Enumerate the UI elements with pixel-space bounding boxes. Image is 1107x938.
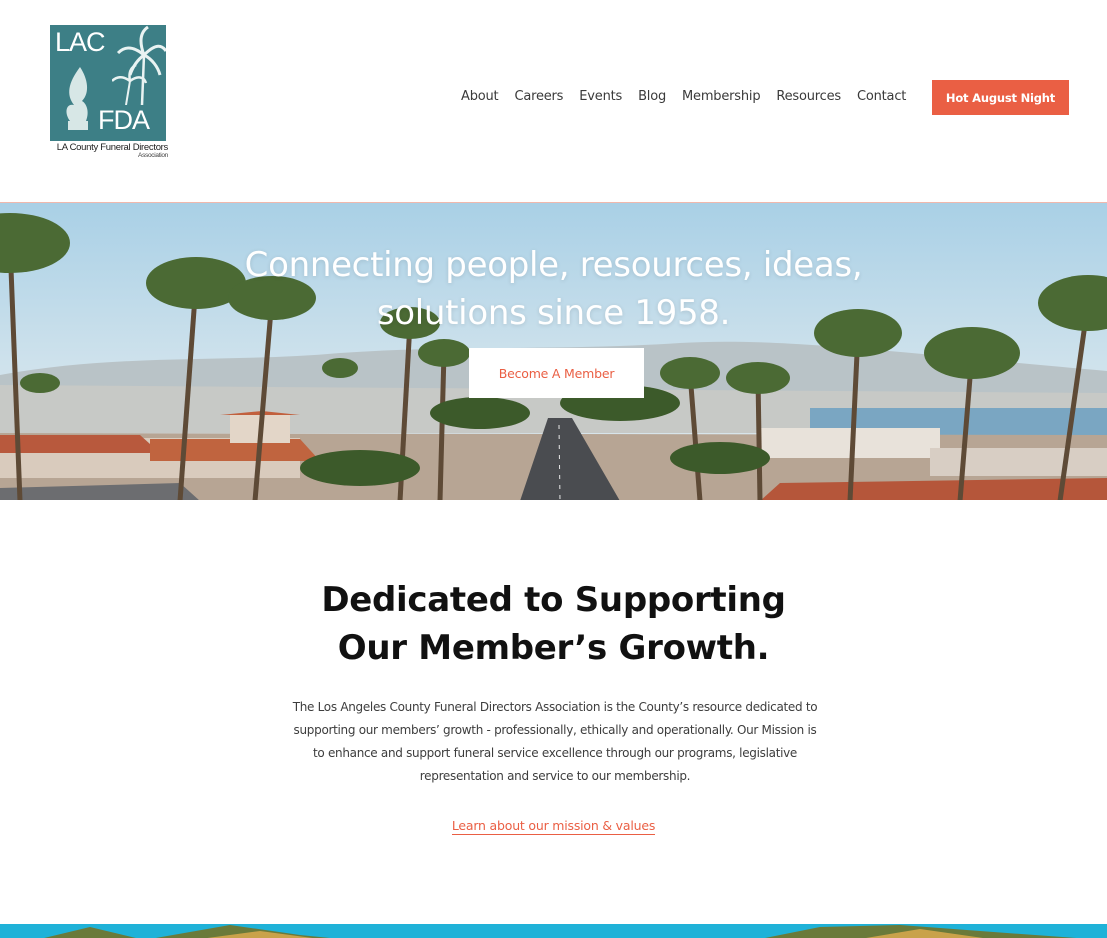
about-heading-line-2: Our Member’s Growth. xyxy=(337,628,770,668)
about-description: The Los Angeles County Funeral Directors… xyxy=(292,700,818,783)
become-a-member-button[interactable]: Become A Member xyxy=(469,348,644,398)
nav-events[interactable]: Events xyxy=(579,89,622,104)
hero-headline: Connecting people, resources, ideas, sol… xyxy=(0,241,1107,337)
mission-values-link[interactable]: Learn about our mission & values xyxy=(451,818,655,835)
logo-top-text: LAC xyxy=(55,27,106,57)
palm-fronds-strip-image xyxy=(0,925,1107,938)
about-heading: Dedicated to Supporting Our Member’s Gro… xyxy=(0,576,1107,672)
nav-about[interactable]: About xyxy=(461,89,499,104)
hot-august-night-button[interactable]: Hot August Night xyxy=(932,80,1069,115)
logo-badge: LAC FDA xyxy=(50,25,166,141)
next-section-banner-image xyxy=(0,924,1107,938)
logo-bottom-text: FDA xyxy=(98,105,150,135)
site-header: LAC FDA LA County Funeral Directors Asso… xyxy=(0,0,1107,202)
nav-careers[interactable]: Careers xyxy=(514,89,563,104)
nav-blog[interactable]: Blog xyxy=(638,89,666,104)
logo-caption: LA County Funeral Directors Association xyxy=(50,143,169,160)
hero-banner: Connecting people, resources, ideas, sol… xyxy=(0,202,1107,500)
mission-link-wrap: Learn about our mission & values xyxy=(0,818,1107,835)
main-nav: About Careers Events Blog Membership Res… xyxy=(461,89,922,104)
about-section: Dedicated to Supporting Our Member’s Gro… xyxy=(0,500,1107,924)
hero-headline-line-2: solutions since 1958. xyxy=(376,293,731,333)
hero-headline-line-1: Connecting people, resources, ideas, xyxy=(244,245,863,285)
palm-trees-icon xyxy=(112,25,166,105)
nav-membership[interactable]: Membership xyxy=(682,89,761,104)
nav-resources[interactable]: Resources xyxy=(776,89,841,104)
flame-icon xyxy=(66,67,88,130)
about-heading-line-1: Dedicated to Supporting xyxy=(321,580,786,620)
logo-caption-sub: Association xyxy=(138,151,168,159)
site-logo[interactable]: LAC FDA LA County Funeral Directors Asso… xyxy=(50,25,170,167)
nav-contact[interactable]: Contact xyxy=(857,89,906,104)
